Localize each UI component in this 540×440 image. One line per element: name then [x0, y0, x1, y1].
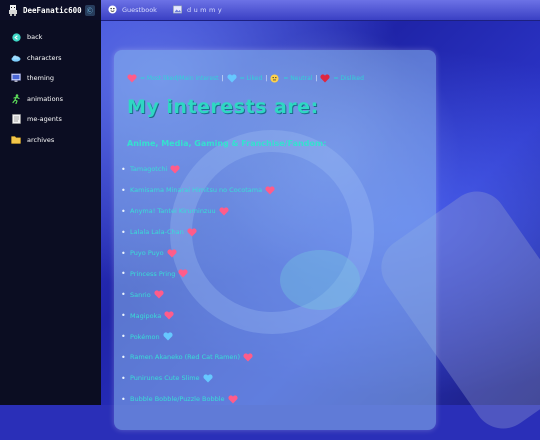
- interest-label: Lalala Lala-Chan: [130, 228, 184, 237]
- list-item: • Princess Pring: [121, 263, 421, 284]
- pink-heart-icon: [243, 353, 253, 362]
- top-links: Guestbook dummy: [108, 0, 224, 20]
- bullet-point: •: [121, 373, 126, 383]
- pink-heart-icon: [178, 269, 188, 278]
- legend-separator: |: [315, 75, 318, 82]
- bullet-point: •: [121, 185, 126, 195]
- interest-label: Punirunes Cute Slime: [130, 374, 200, 383]
- bullet-point: •: [121, 164, 126, 174]
- interest-label: Magipoka: [130, 311, 162, 320]
- list-item: • Tamagotchi: [121, 159, 421, 180]
- interest-label: Pokémon: [130, 332, 160, 341]
- pink-heart-icon: [167, 248, 177, 258]
- sidebar-item-label: characters: [27, 53, 62, 62]
- bullet-point: •: [121, 227, 126, 237]
- list-item: • Kamisama Minarai Himitsu no Cocotama: [121, 180, 421, 201]
- running-figure-icon: [11, 93, 21, 104]
- top-bar: DeeFanatic600 Ⓒ Guestbook dummy: [0, 0, 540, 21]
- section-title: Anime, Media, Gaming & Franchise/Fandom:: [127, 139, 327, 148]
- bullet-point: •: [121, 206, 126, 216]
- red-heart-icon: [320, 74, 331, 83]
- interest-label: Sanrio: [130, 290, 151, 299]
- list-item: • Sanrio: [121, 284, 421, 305]
- brand-name: DeeFanatic600: [23, 5, 82, 15]
- interest-label: Kamisama Minarai Himitsu no Cocotama: [130, 186, 263, 195]
- pink-heart-icon: [127, 74, 137, 83]
- sidebar-item-label: animations: [27, 94, 64, 103]
- sidebar-item-theming[interactable]: theming: [0, 68, 101, 88]
- guestbook-label: Guestbook: [122, 6, 157, 14]
- neutral-face-icon: [270, 74, 280, 83]
- blue-heart-icon: [202, 374, 213, 383]
- interest-list: • Tamagotchi • Kamisama Minarai Himitsu no …: [121, 159, 421, 410]
- list-item: • Punirunes Cute Slime: [121, 368, 421, 389]
- list-item: • Lalala Lala-Chan: [121, 222, 421, 243]
- bullet-point: •: [121, 269, 126, 279]
- legend-neutral: = Neutral: [283, 75, 313, 82]
- content-panel: = Most liked/Main interest | = Liked | =…: [114, 50, 436, 430]
- sidebar-item-back[interactable]: back: [0, 27, 101, 47]
- image-icon: [173, 5, 182, 16]
- bullet-point: •: [121, 352, 126, 362]
- sidebar-item-label: back: [27, 33, 43, 41]
- legend-disliked: = Disliked: [333, 75, 364, 82]
- pink-heart-icon: [187, 228, 197, 237]
- pink-heart-icon: [170, 165, 180, 174]
- list-item: • Ramen Akaneko (Red Cat Ramen): [121, 347, 421, 368]
- bullet-point: •: [121, 248, 126, 258]
- dummy-link[interactable]: dummy: [173, 5, 224, 16]
- bullet-point: •: [121, 290, 126, 300]
- sidebar-item-archives[interactable]: archives: [0, 130, 101, 150]
- site-brand[interactable]: DeeFanatic600 Ⓒ: [0, 0, 101, 20]
- pink-heart-icon: [154, 290, 164, 299]
- sidebar-item-characters[interactable]: characters: [0, 48, 101, 68]
- dummy-label: dummy: [186, 6, 225, 14]
- bullet-point: •: [121, 394, 126, 404]
- pink-heart-icon: [219, 207, 229, 216]
- sidebar-item-animations[interactable]: animations: [0, 89, 101, 109]
- interest-label: Ramen Akaneko (Red Cat Ramen): [130, 353, 241, 362]
- legend-most-liked: = Most liked/Main interest: [140, 75, 219, 82]
- pink-heart-icon: [265, 186, 275, 195]
- legend-liked: = Liked: [239, 75, 263, 82]
- interest-label: Anyma! Tantei Kiruminzuu: [130, 207, 216, 216]
- interest-label: Tamagotchi: [130, 165, 168, 174]
- sidebar-item-label: archives: [27, 135, 55, 144]
- list-item: • Puyo Puyo: [121, 243, 421, 264]
- interest-label: Princess Pring: [130, 269, 176, 278]
- list-item: • Pokémon: [121, 326, 421, 347]
- monitor-icon: [11, 73, 21, 83]
- list-item: • Anyma! Tantei Kiruminzuu: [121, 201, 421, 222]
- rating-legend: = Most liked/Main interest | = Liked | =…: [127, 74, 364, 83]
- guestbook-icon: [108, 4, 117, 16]
- sidebar-item-label: me-agents: [27, 115, 62, 123]
- folder-icon: [11, 135, 21, 145]
- bullet-point: •: [121, 311, 126, 321]
- list-item: • Bubble Bobble/Puzzle Bobble: [121, 389, 421, 410]
- cloud-icon: [11, 53, 21, 63]
- guestbook-link[interactable]: Guestbook: [108, 4, 157, 16]
- back-orb-icon: [11, 32, 21, 42]
- sidebar-item-me-agents[interactable]: me-agents: [0, 109, 101, 129]
- list-item: • Magipoka: [121, 305, 421, 326]
- pink-heart-icon: [227, 395, 238, 404]
- legend-separator: |: [221, 75, 224, 82]
- document-icon: [11, 114, 21, 124]
- brand-badge: Ⓒ: [84, 4, 95, 16]
- bullet-point: •: [121, 332, 126, 342]
- sidebar: back characters theming animations me-ag…: [0, 20, 101, 405]
- interest-label: Puyo Puyo: [130, 249, 164, 257]
- sidebar-item-label: theming: [27, 74, 55, 82]
- interest-label: Bubble Bobble/Puzzle Bobble: [130, 395, 225, 404]
- blue-heart-icon: [227, 74, 237, 83]
- pink-heart-icon: [164, 311, 174, 320]
- blue-heart-icon: [163, 332, 173, 341]
- page-title: My interests are:: [127, 96, 319, 118]
- legend-separator: |: [265, 75, 268, 82]
- pixel-character-icon: [6, 3, 20, 17]
